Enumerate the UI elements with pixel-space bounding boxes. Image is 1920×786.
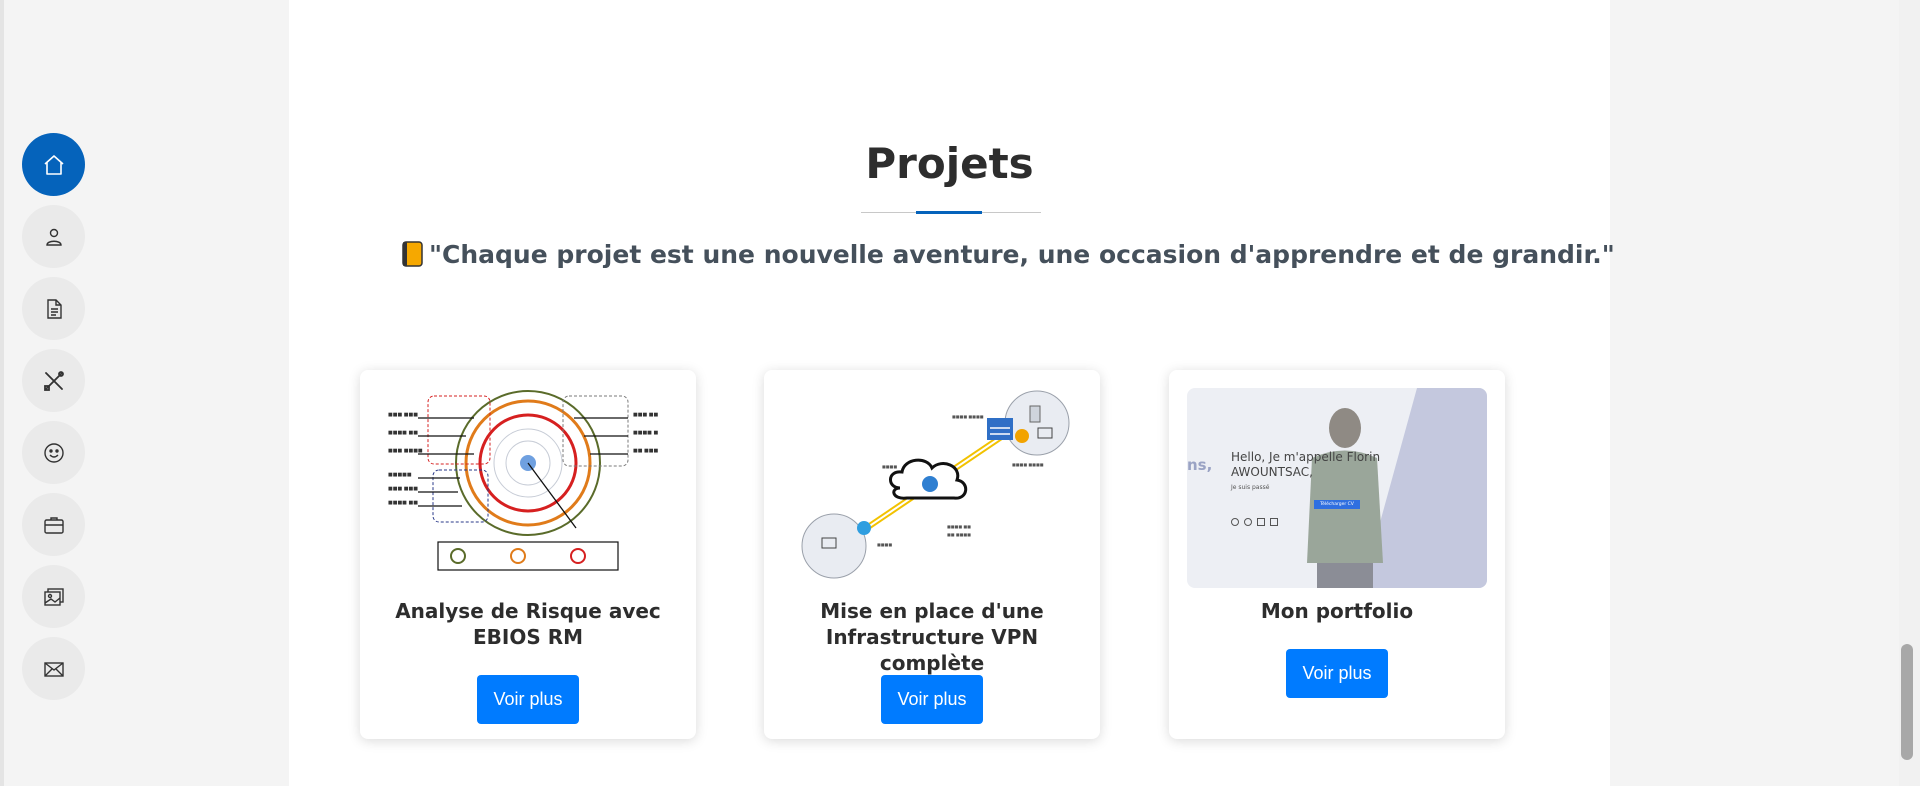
svg-text:■■■ ■■■: ■■■ ■■■ <box>388 486 418 492</box>
nav-hobbies-button[interactable] <box>22 421 85 484</box>
nav-about-button[interactable] <box>22 205 85 268</box>
envelope-icon <box>43 661 64 677</box>
svg-text:■■■■ ■■: ■■■■ ■■ <box>388 500 418 506</box>
nav-contact-button[interactable] <box>22 637 85 700</box>
window-left-edge <box>0 0 4 786</box>
project-title: Mon portfolio <box>1260 599 1414 623</box>
document-icon <box>46 298 62 319</box>
section-title: Projets <box>865 139 1034 188</box>
tools-icon <box>43 370 64 391</box>
images-icon <box>43 587 64 606</box>
portfolio-greeting: Hello, Je m'appelle Florin AWOUNTSAC, <box>1231 450 1381 479</box>
nav-resume-button[interactable] <box>22 277 85 340</box>
svg-text:■■■■ ■■■■: ■■■■ ■■■■ <box>1012 462 1044 467</box>
nav-skills-button[interactable] <box>22 349 85 412</box>
svg-text:■■■■ ■■■■: ■■■■ ■■■■ <box>952 414 984 419</box>
home-icon <box>43 154 64 175</box>
svg-text:■■ ■■■■: ■■ ■■■■ <box>947 532 971 537</box>
nav-home-button[interactable] <box>22 133 85 196</box>
nav-portfolio-button[interactable] <box>22 493 85 556</box>
voir-plus-button[interactable]: Voir plus <box>477 675 579 724</box>
project-card: ■■■ ■■■ ■■■■ ■■ ■■■ ■■■■ ■■■■■ ■■■ ■■■ ■■■■ … <box>360 370 696 739</box>
projects-section: Projets "Chaque projet est une nouvelle … <box>289 0 1615 786</box>
notebook-icon <box>402 241 423 267</box>
portfolio-cv-button: Télécharger CV <box>1314 500 1360 509</box>
voir-plus-button[interactable]: Voir plus <box>881 675 983 724</box>
project-title: Mise en place d'une Infrastructure VPN c… <box>820 599 1044 675</box>
project-title: Analyse de Risque avec EBIOS RM <box>395 599 661 649</box>
svg-text:■■ ■■■: ■■ ■■■ <box>633 448 658 454</box>
nav-gallery-button[interactable] <box>22 565 85 628</box>
svg-text:■■■■: ■■■■ <box>877 542 892 547</box>
svg-text:■■■ ■■: ■■■ ■■ <box>633 412 658 418</box>
scrollbar-thumb[interactable] <box>1901 644 1913 760</box>
title-accent-bar <box>916 211 982 214</box>
ebios-diagram-image: ■■■ ■■■ ■■■■ ■■ ■■■ ■■■■ ■■■■■ ■■■ ■■■ ■■■■ … <box>378 388 678 588</box>
svg-text:■■■■ ■■: ■■■■ ■■ <box>388 430 418 436</box>
project-card: ns, Hello, Je m'appelle Florin AWOUNTSAC… <box>1169 370 1505 739</box>
portfolio-side-fragment: ns, <box>1187 456 1213 474</box>
svg-text:■■■■: ■■■■ <box>882 464 897 469</box>
section-quote: "Chaque projet est une nouvelle aventure… <box>401 234 1615 274</box>
quote-text: "Chaque projet est une nouvelle aventure… <box>429 239 1615 269</box>
svg-text:■■■■ ■: ■■■■ ■ <box>633 430 658 436</box>
portfolio-subtitle: Je suis passé <box>1231 484 1270 491</box>
smiley-icon <box>43 442 64 463</box>
project-card: ■■■■ ■■■■ ■■■■ ■■■■ ■■■■ ■■■■ ■■ ■■ ■■■■ ■■■… <box>764 370 1100 739</box>
svg-text:■■■■ ■■: ■■■■ ■■ <box>947 524 971 529</box>
person-icon <box>45 228 62 246</box>
portfolio-social-icons <box>1231 518 1278 526</box>
svg-text:■■■ ■■■■: ■■■ ■■■■ <box>388 448 423 454</box>
briefcase-icon <box>43 516 64 534</box>
voir-plus-button[interactable]: Voir plus <box>1286 649 1388 698</box>
svg-text:■■■ ■■■: ■■■ ■■■ <box>388 412 418 418</box>
vpn-diagram-image: ■■■■ ■■■■■■■■ ■■■■■■■■ ■■■■ ■■■■ ■■■■■■■… <box>782 388 1082 588</box>
svg-text:■■■■■: ■■■■■ <box>388 472 412 478</box>
